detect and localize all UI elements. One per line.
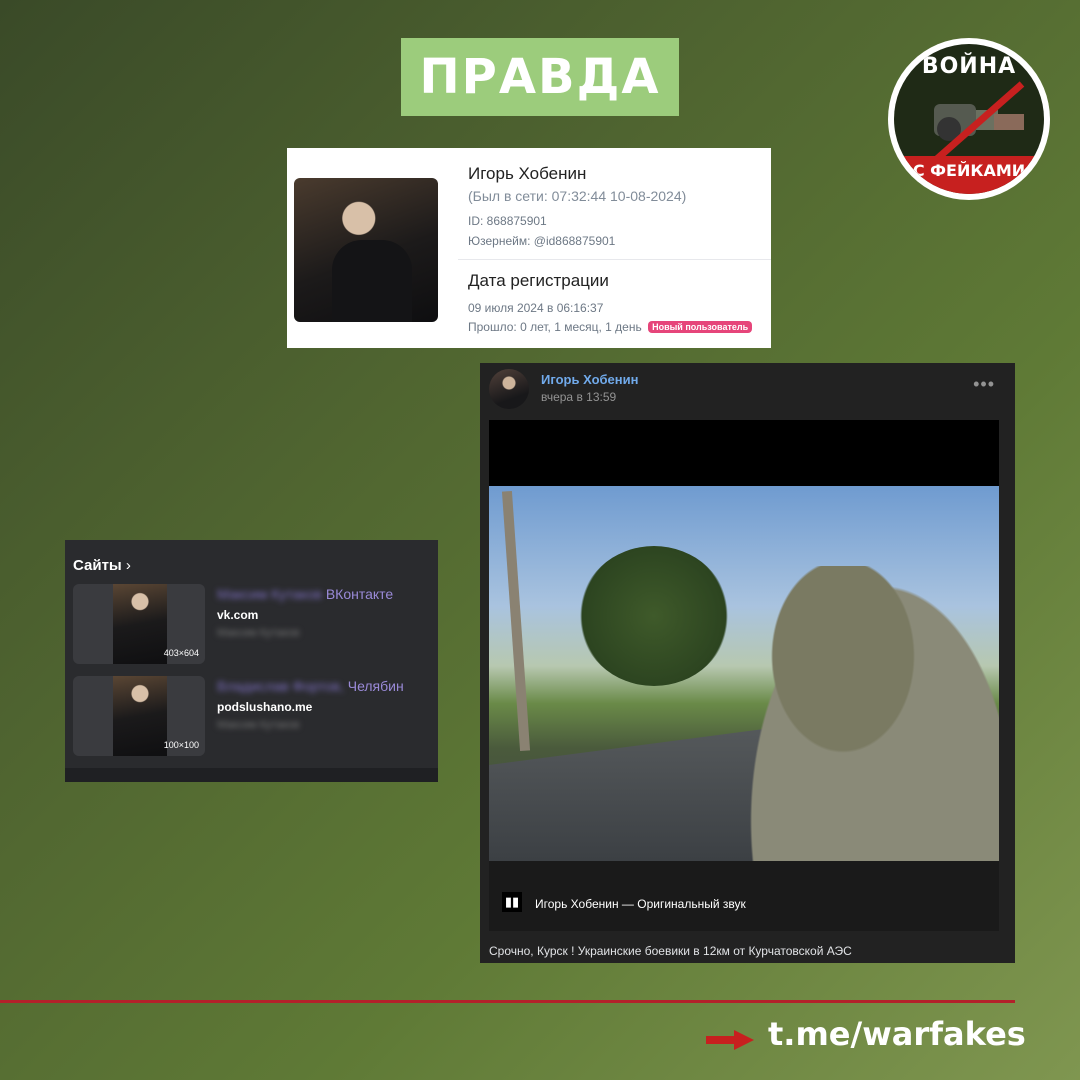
- registration-date: 09 июля 2024 в 06:16:37: [468, 301, 604, 315]
- site-domain: vk.com: [217, 608, 259, 622]
- elapsed-text: Прошло: 0 лет, 1 месяц, 1 день: [468, 320, 642, 334]
- sites-panel: Сайты › 403×604 Максим Кутаков ВКонтакте…: [65, 540, 438, 782]
- sites-header-label: Сайты: [73, 557, 122, 574]
- video-letterbox: [489, 420, 999, 486]
- site-title[interactable]: Владислав Фортов, Челябин: [217, 678, 404, 694]
- audio-bar[interactable]: [489, 861, 999, 931]
- post-card: Игорь Хобенин вчера в 13:59 ••• ▮▮ Игорь…: [480, 363, 1015, 963]
- thumbnail-dimensions: 403×604: [163, 648, 199, 658]
- video-frame[interactable]: [489, 486, 999, 861]
- site-thumbnail[interactable]: 100×100: [73, 676, 205, 756]
- audio-title[interactable]: Игорь Хобенин — Оригинальный звук: [535, 897, 746, 911]
- last-seen: (Был в сети: 07:32:44 10-08-2024): [468, 188, 687, 204]
- audio-icon: ▮▮: [502, 892, 522, 912]
- chevron-right-icon: ›: [125, 557, 131, 574]
- site-subtitle: Максим Кутаков: [217, 627, 300, 639]
- sites-header[interactable]: Сайты ›: [73, 557, 131, 574]
- profile-id: ID: 868875901: [468, 214, 547, 228]
- logo-bottom-text: С ФЕЙКАМИ: [894, 156, 1044, 194]
- profile-card: Игорь Хобенин (Был в сети: 07:32:44 10-0…: [287, 148, 771, 348]
- channel-link[interactable]: t.me/warfakes: [768, 1015, 1026, 1053]
- thumbnail-dimensions: 100×100: [163, 740, 199, 750]
- profile-photo: [294, 178, 438, 322]
- elapsed-row: Прошло: 0 лет, 1 месяц, 1 день Новый пол…: [468, 320, 753, 334]
- divider: [458, 259, 771, 260]
- post-author[interactable]: Игорь Хобенин: [541, 372, 638, 387]
- more-options-icon[interactable]: •••: [973, 374, 995, 395]
- registration-title: Дата регистрации: [468, 271, 609, 290]
- avatar[interactable]: [489, 369, 529, 409]
- divider-line: [0, 1000, 1015, 1003]
- verdict-label: ПРАВДА: [419, 49, 661, 105]
- profile-name: Игорь Хобенин: [468, 164, 587, 183]
- post-caption: Срочно, Курск ! Украинские боевики в 12к…: [489, 944, 852, 958]
- site-title[interactable]: Максим Кутаков ВКонтакте: [217, 586, 393, 602]
- site-subtitle: Максим Кутаков: [217, 719, 300, 731]
- site-domain: podslushano.me: [217, 700, 313, 714]
- arrow-right-icon: [706, 1030, 754, 1050]
- channel-logo: ВОЙНА С ФЕЙКАМИ: [888, 38, 1050, 200]
- profile-username: Юзернейм: @id868875901: [468, 234, 616, 248]
- verdict-badge: ПРАВДА: [401, 38, 679, 116]
- post-time[interactable]: вчера в 13:59: [541, 390, 616, 404]
- site-thumbnail[interactable]: 403×604: [73, 584, 205, 664]
- new-user-badge: Новый пользователь: [648, 321, 753, 333]
